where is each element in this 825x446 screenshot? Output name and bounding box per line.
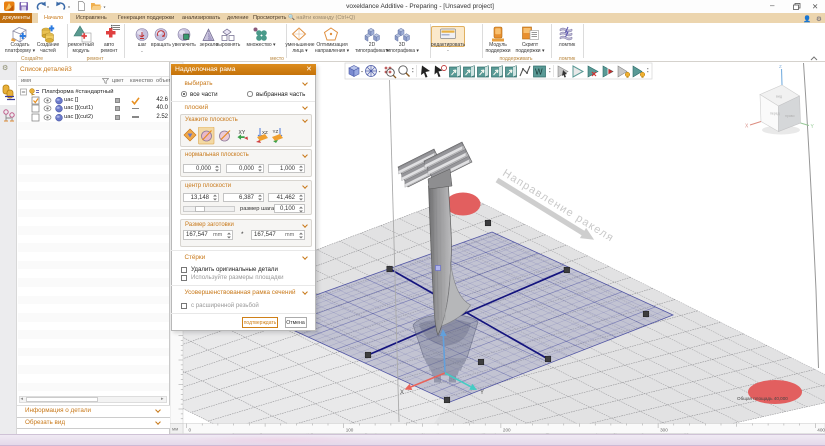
svg-text:300: 300 (660, 428, 668, 433)
svg-text:Y: Y (480, 390, 484, 396)
svg-text:вид: вид (776, 95, 782, 99)
svg-text:Z: Z (779, 64, 782, 69)
svg-text:100: 100 (346, 428, 354, 433)
svg-text:Y: Y (811, 124, 815, 130)
svg-text:Общая площадь 40,000: Общая площадь 40,000 (737, 396, 788, 401)
svg-text:200: 200 (503, 428, 511, 433)
svg-text:XY: XY (239, 130, 246, 136)
svg-text:XZ: XZ (262, 130, 268, 135)
svg-text:мм: мм (172, 427, 178, 432)
svg-text:YZ: YZ (273, 129, 279, 134)
svg-text:X: X (745, 124, 749, 130)
svg-text:перед: перед (770, 112, 780, 116)
svg-text:X: X (400, 390, 404, 396)
svg-text:W: W (535, 68, 543, 77)
svg-text:400: 400 (817, 428, 825, 433)
svg-text:0: 0 (189, 428, 192, 433)
svg-text:право: право (785, 114, 795, 118)
